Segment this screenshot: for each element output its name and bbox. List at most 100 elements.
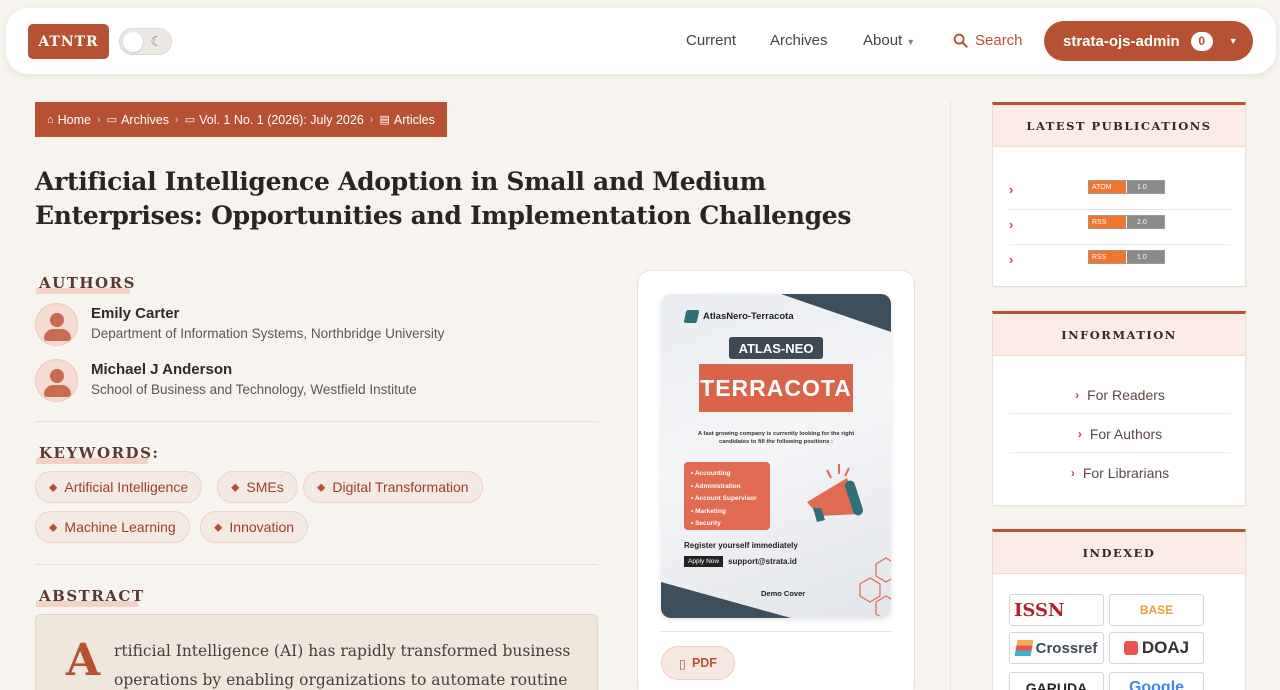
breadcrumb-separator: › (369, 113, 374, 126)
author-name: Emily Carter (91, 305, 180, 322)
info-link-label: For Readers (1087, 386, 1165, 403)
keyword-tag[interactable]: ⬥ SMEs (217, 471, 298, 503)
site-logo[interactable]: ATNTR (28, 24, 109, 59)
google-scholar-logo[interactable]: Google (1109, 672, 1204, 690)
abstract-dropcap: A (66, 635, 101, 686)
moon-icon: ☾ (150, 33, 163, 49)
cover-position: • Administration (691, 482, 741, 490)
feed-badge: RSS 2.0 (1088, 215, 1165, 229)
chevron-right-icon: › (1009, 252, 1014, 267)
keyword-tag[interactable]: ⬥ Innovation (200, 511, 309, 543)
avatar-icon (35, 303, 78, 346)
breadcrumb-archives-label: Archives (121, 112, 170, 127)
info-link-label: For Authors (1089, 425, 1163, 442)
cover-position: • Account Supervisor (691, 495, 757, 502)
keyword-tag[interactable]: ⬥ Digital Transformation (303, 471, 483, 503)
breadcrumb-home[interactable]: ⌂ Home (47, 113, 91, 127)
breadcrumb-archives[interactable]: ▭ Archives (107, 113, 169, 127)
abstract-text: rtificial Intelligence (AI) has rapidly … (114, 637, 584, 690)
keyword-label: Machine Learning (64, 519, 176, 535)
pdf-label: PDF (691, 656, 717, 670)
logo-text: BASE (1139, 603, 1174, 617)
position-label: Marketing (695, 507, 726, 515)
author-name: Michael J Anderson (91, 361, 233, 378)
feed-version: 2.0 (1127, 216, 1164, 228)
widget-title: INDEXED (993, 532, 1245, 574)
cover-decoration (661, 582, 791, 618)
doaj-mark-icon (1123, 641, 1138, 655)
info-link-librarians[interactable]: › For Librarians (1009, 454, 1231, 492)
info-link-authors[interactable]: › For Authors (1009, 415, 1231, 453)
megaphone-icon (807, 464, 864, 522)
logo-text: DOAJ (1141, 638, 1190, 657)
breadcrumb-articles[interactable]: ▤ Articles (379, 113, 434, 127)
position-label: Administration (694, 482, 741, 490)
keyword-tag[interactable]: ⬥ Machine Learning (35, 511, 190, 543)
theme-toggle[interactable]: ☾ (119, 28, 172, 55)
nav-about[interactable]: About ▼ (863, 32, 915, 49)
cover-brand-name: AtlasNero-Terracota (703, 311, 794, 322)
breadcrumb-separator: › (175, 113, 179, 126)
divider (35, 421, 598, 422)
top-navbar: ATNTR ☾ Current Archives About ▼ Search s… (6, 8, 1276, 74)
issn-logo[interactable]: ISSN (1009, 594, 1104, 626)
feed-badge: ATOM 1.0 (1088, 180, 1165, 194)
base-logo[interactable]: BASE (1109, 594, 1204, 626)
keyword-label: Artificial Intelligence (64, 479, 189, 495)
cover-brand: AtlasNero-Terracota (683, 310, 794, 323)
cover-main-title: TERRACOTA (699, 364, 853, 412)
tag-icon: ⬥ (49, 479, 58, 494)
chevron-right-icon: › (1009, 182, 1014, 197)
tag-icon: ⬥ (231, 479, 240, 494)
pdf-download-button[interactable]: ▯ PDF (661, 646, 735, 680)
crossref-logo[interactable]: Crossref (1009, 632, 1104, 664)
user-name: strata-ojs-admin (1063, 32, 1180, 50)
feed-version: 1.0 (1127, 251, 1164, 263)
cover-position: • Security (691, 520, 721, 527)
cover-position-list: • Accounting • Administration • Account … (684, 462, 770, 530)
info-link-readers[interactable]: › For Readers (1009, 376, 1231, 414)
chevron-right-icon: › (1077, 426, 1082, 441)
feed-link-atom[interactable]: › ATOM 1.0 (1009, 174, 1231, 210)
breadcrumb: ⌂ Home › ▭ Archives › ▭ Vol. 1 No. 1 (2026)… (35, 102, 447, 137)
latest-publications-widget: LATEST PUBLICATIONS › ATOM 1.0 › RSS 2.0 ›… (992, 102, 1246, 287)
nav-archives[interactable]: Archives (770, 32, 828, 49)
position-label: Account Supervisor (694, 495, 757, 502)
authors-heading: AUTHORS (36, 274, 136, 294)
folder-icon: ▭ (184, 114, 196, 126)
keyword-tag[interactable]: ⬥ Artificial Intelligence (35, 471, 203, 503)
chevron-down-icon: ▼ (1228, 36, 1238, 46)
widget-title: LATEST PUBLICATIONS (993, 105, 1245, 147)
author-item: Michael J Anderson School of Business an… (35, 359, 417, 403)
issue-cover-image[interactable]: AtlasNero-Terracota ATLAS-NEO TERRACOTA … (661, 294, 891, 618)
home-icon: ⌂ (47, 113, 54, 126)
notification-badge: 0 (1190, 31, 1213, 51)
abstract-heading: ABSTRACT (36, 587, 145, 607)
keyword-label: Digital Transformation (332, 479, 469, 495)
feed-link-rss2[interactable]: › RSS 2.0 (1009, 209, 1231, 245)
breadcrumb-issue[interactable]: ▭ Vol. 1 No. 1 (2026): July 2026 (185, 113, 364, 127)
logo-text: GARUDA (1025, 680, 1088, 690)
nav-current[interactable]: Current (686, 32, 736, 49)
column-divider (950, 100, 951, 690)
tag-icon: ⬥ (214, 519, 223, 534)
garuda-logo[interactable]: GARUDA (1009, 672, 1104, 690)
feed-link-rss1[interactable]: › RSS 1.0 (1009, 244, 1231, 280)
keyword-label: Innovation (229, 519, 295, 535)
author-item: Emily Carter Department of Information S… (35, 303, 444, 347)
author-affiliation: Department of Information Systems, North… (91, 326, 445, 341)
logo-text: Google (1128, 679, 1185, 690)
divider (35, 564, 598, 565)
folder-icon: ▭ (106, 114, 118, 126)
user-menu-button[interactable]: strata-ojs-admin 0 ▼ (1044, 21, 1253, 61)
doaj-logo[interactable]: DOAJ (1109, 632, 1204, 664)
toggle-knob (123, 32, 143, 52)
abstract-heading-text: ABSTRACT (39, 587, 145, 605)
breadcrumb-issue-label: Vol. 1 No. 1 (2026): July 2026 (199, 112, 364, 127)
breadcrumb-home-label: Home (57, 112, 91, 127)
search-link[interactable]: Search (953, 32, 1023, 49)
feed-type: ATOM (1089, 181, 1127, 193)
feed-version: 1.0 (1127, 181, 1164, 193)
breadcrumb-articles-label: Articles (393, 112, 435, 127)
logo-text: Crossref (1035, 639, 1098, 657)
